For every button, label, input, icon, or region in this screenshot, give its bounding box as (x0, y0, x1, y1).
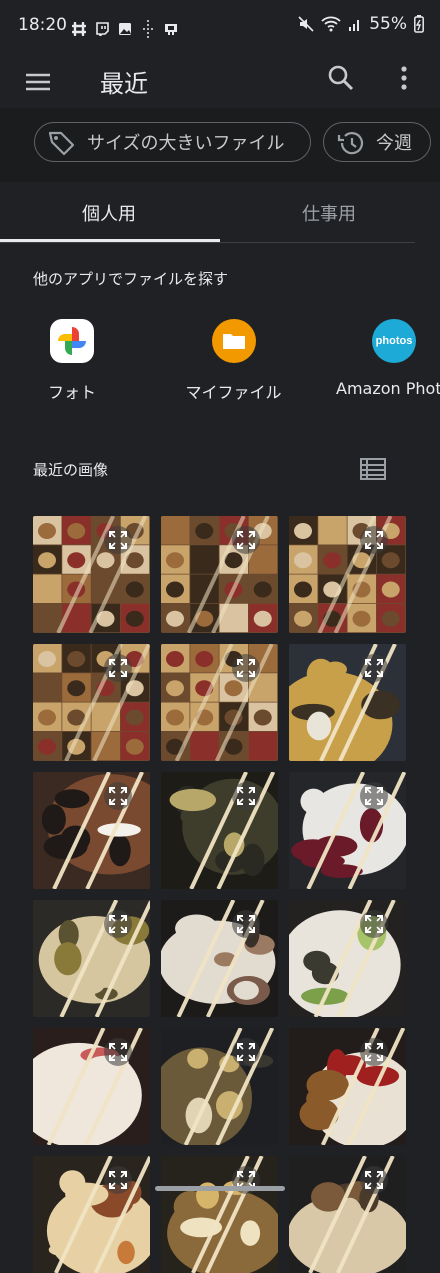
expand-icon[interactable] (232, 654, 260, 682)
image-thumbnail[interactable] (289, 772, 406, 889)
page-title: 最近 (100, 70, 148, 98)
image-thumbnail[interactable] (289, 1156, 406, 1273)
status-bar: 18:20 55% (0, 0, 440, 56)
photo-image (289, 644, 406, 761)
wifi-icon (321, 16, 341, 32)
expand-icon[interactable] (232, 1038, 260, 1066)
other-apps-heading: 他のアプリでファイルを探す (33, 270, 229, 288)
photo-image (289, 1028, 406, 1145)
photo-image (289, 772, 406, 889)
photo-image (33, 516, 150, 633)
status-time: 18:20 (18, 15, 67, 35)
list-view-icon[interactable] (360, 458, 386, 480)
image-thumbnail[interactable] (289, 1028, 406, 1145)
photo-image (289, 1156, 406, 1273)
app-bar: 最近 (0, 56, 440, 108)
expand-icon[interactable] (360, 654, 388, 682)
my-files-icon (211, 319, 256, 363)
notification-icons (72, 16, 178, 42)
app-label: Amazon Photo (336, 379, 440, 398)
image-thumbnail[interactable] (161, 900, 278, 1017)
menu-icon[interactable] (22, 66, 54, 98)
google-photos-icon (50, 319, 94, 363)
photo-image (161, 772, 278, 889)
system-status: 55% (298, 14, 424, 34)
photo-image (289, 516, 406, 633)
large-files-label: サイズの大きいファイル (87, 133, 285, 154)
expand-icon[interactable] (104, 782, 132, 810)
battery-icon (414, 15, 424, 33)
app-label: フォト (47, 383, 96, 402)
slack-icon (72, 22, 86, 36)
app-label: マイファイル (185, 383, 282, 402)
image-thumbnail[interactable] (161, 1028, 278, 1145)
expand-icon[interactable] (104, 654, 132, 682)
photo-image (33, 900, 150, 1017)
image-thumbnail[interactable] (33, 900, 150, 1017)
cast-icon (165, 24, 177, 35)
image-thumbnail[interactable] (289, 900, 406, 1017)
photo-image (33, 1156, 150, 1273)
image-thumbnail[interactable] (33, 1156, 150, 1273)
image-thumbnail[interactable] (161, 1156, 278, 1273)
expand-icon[interactable] (232, 910, 260, 938)
this-week-chip[interactable]: 今週 (323, 122, 431, 162)
expand-icon[interactable] (360, 782, 388, 810)
tab-work[interactable]: 仕事用 (302, 200, 356, 226)
expand-icon[interactable] (104, 910, 132, 938)
expand-icon[interactable] (232, 782, 260, 810)
app-google-photos[interactable]: フォト (37, 319, 107, 403)
expand-icon[interactable] (232, 526, 260, 554)
expand-icon[interactable] (360, 526, 388, 554)
expand-icon[interactable] (104, 1166, 132, 1194)
expand-icon[interactable] (360, 1166, 388, 1194)
photo-image (33, 772, 150, 889)
amazon-photos-badge: photos (375, 335, 413, 347)
photo-image (161, 900, 278, 1017)
photo-image (161, 1156, 278, 1273)
image-thumbnail[interactable] (33, 772, 150, 889)
mute-icon (298, 16, 314, 32)
expand-icon[interactable] (360, 1038, 388, 1066)
photo-image (289, 900, 406, 1017)
photo-image (161, 1028, 278, 1145)
search-icon[interactable] (326, 63, 356, 93)
expand-icon[interactable] (360, 910, 388, 938)
image-thumbnail[interactable] (289, 516, 406, 633)
expand-icon[interactable] (104, 1038, 132, 1066)
expand-icon[interactable] (104, 526, 132, 554)
gallery-icon (119, 23, 131, 35)
dotted-grid-icon (143, 20, 153, 38)
image-thumbnail[interactable] (161, 772, 278, 889)
app-amazon-photos[interactable]: photos Amazon Photo (336, 319, 440, 398)
tab-bar: 個人用 仕事用 (0, 182, 440, 244)
photo-image (161, 644, 278, 761)
photo-image (33, 644, 150, 761)
image-thumbnail[interactable] (161, 516, 278, 633)
image-thumbnail[interactable] (33, 516, 150, 633)
amazon-photos-icon: photos (372, 319, 416, 363)
battery-percent: 55% (369, 14, 407, 34)
tab-personal[interactable]: 個人用 (82, 200, 136, 226)
this-week-label: 今週 (376, 133, 412, 154)
app-my-files[interactable]: マイファイル (176, 319, 291, 403)
gesture-handle (155, 1186, 285, 1191)
image-thumbnail[interactable] (33, 644, 150, 761)
image-thumbnail[interactable] (289, 644, 406, 761)
photo-image (161, 516, 278, 633)
signal-icon (349, 20, 360, 31)
large-files-chip[interactable]: サイズの大きいファイル (34, 122, 311, 162)
history-icon (337, 132, 364, 155)
recent-images-heading: 最近の画像 (33, 461, 109, 479)
more-vert-icon[interactable] (394, 63, 414, 93)
tag-icon (48, 131, 75, 156)
photo-image (33, 1028, 150, 1145)
image-thumbnail[interactable] (161, 644, 278, 761)
twitch-icon (96, 22, 109, 36)
image-thumbnail[interactable] (33, 1028, 150, 1145)
tab-divider (0, 242, 415, 243)
